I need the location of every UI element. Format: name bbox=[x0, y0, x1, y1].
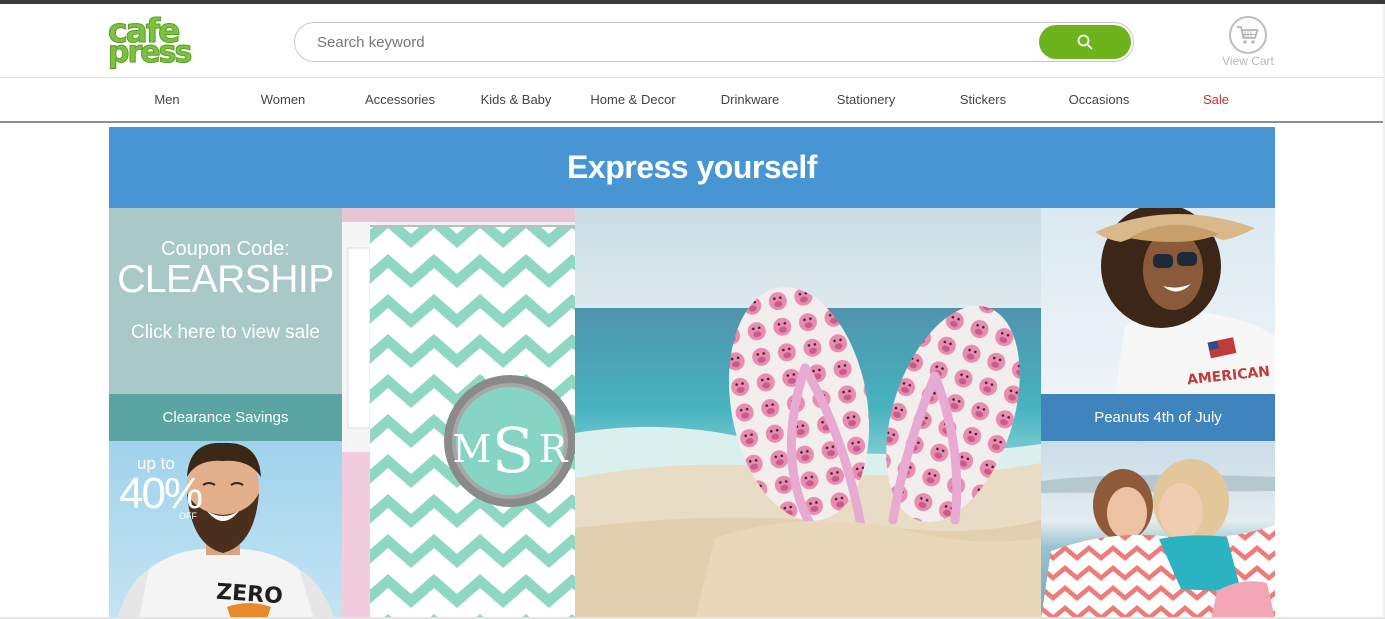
nav-item-accessories[interactable]: Accessories bbox=[365, 92, 435, 107]
nav-item-stationery[interactable]: Stationery bbox=[837, 92, 896, 107]
nav-item-women[interactable]: Women bbox=[261, 92, 306, 107]
flip-flops-hero-tile[interactable] bbox=[575, 208, 1041, 619]
nav-item-home-decor[interactable]: Home & Decor bbox=[590, 92, 675, 107]
peanuts-tee-promo-tile[interactable]: AMERICAN bbox=[1041, 208, 1275, 394]
monogram-right: R bbox=[539, 427, 569, 471]
nav-item-kids-baby[interactable]: Kids & Baby bbox=[481, 92, 552, 107]
coupon-code: CLEARSHIP bbox=[117, 258, 334, 301]
shopping-cart-icon bbox=[1237, 26, 1259, 44]
nav-item-sale[interactable]: Sale bbox=[1203, 92, 1229, 107]
mens-tee-promo-tile[interactable]: ZERO up to 40% OFF bbox=[109, 441, 342, 619]
monogram-shower-curtain-image: M S R bbox=[342, 208, 575, 619]
discount-badge: up to 40% OFF bbox=[119, 455, 203, 521]
logo-line-2: press bbox=[107, 35, 192, 70]
nav-item-drinkware[interactable]: Drinkware bbox=[721, 92, 780, 107]
search-input[interactable] bbox=[317, 29, 1017, 55]
coupon-promo-tile[interactable]: Coupon Code: CLEARSHIP Click here to vie… bbox=[109, 208, 342, 394]
view-cart-label: View Cart bbox=[1222, 54, 1274, 68]
search-icon bbox=[1077, 34, 1093, 50]
cafepress-logo[interactable]: cafe press bbox=[107, 14, 196, 70]
beach-towel-promo-tile[interactable] bbox=[1041, 441, 1275, 619]
shower-curtain-promo-tile[interactable]: M S R bbox=[342, 208, 575, 619]
site-header: cafe press View Cart bbox=[0, 4, 1385, 78]
hero-banner: Express yourself bbox=[109, 127, 1275, 208]
peanuts-4th-of-july-caption[interactable]: Peanuts 4th of July bbox=[1041, 394, 1275, 441]
clearance-savings-caption[interactable]: Clearance Savings bbox=[109, 394, 342, 441]
family-beach-towel-image bbox=[1041, 459, 1275, 619]
nav-item-men[interactable]: Men bbox=[154, 92, 179, 107]
search-bar bbox=[294, 22, 1134, 62]
category-nav: Men Women Accessories Kids & Baby Home &… bbox=[0, 79, 1385, 123]
nav-item-occasions[interactable]: Occasions bbox=[1069, 92, 1130, 107]
monogram-left: M bbox=[453, 427, 492, 471]
discount-percent: 40% bbox=[119, 469, 203, 518]
hero-title: Express yourself bbox=[567, 149, 817, 185]
coupon-cta: Click here to view sale bbox=[130, 322, 321, 343]
pig-flip-flops-beach-image bbox=[575, 208, 1041, 619]
monogram-center: S bbox=[492, 414, 534, 487]
view-cart-link[interactable]: View Cart bbox=[1214, 16, 1282, 74]
cart-icon-circle bbox=[1229, 16, 1267, 54]
search-button[interactable] bbox=[1039, 25, 1131, 59]
nav-item-stickers[interactable]: Stickers bbox=[960, 92, 1006, 107]
woman-peanuts-tee-image: AMERICAN bbox=[1095, 208, 1275, 394]
